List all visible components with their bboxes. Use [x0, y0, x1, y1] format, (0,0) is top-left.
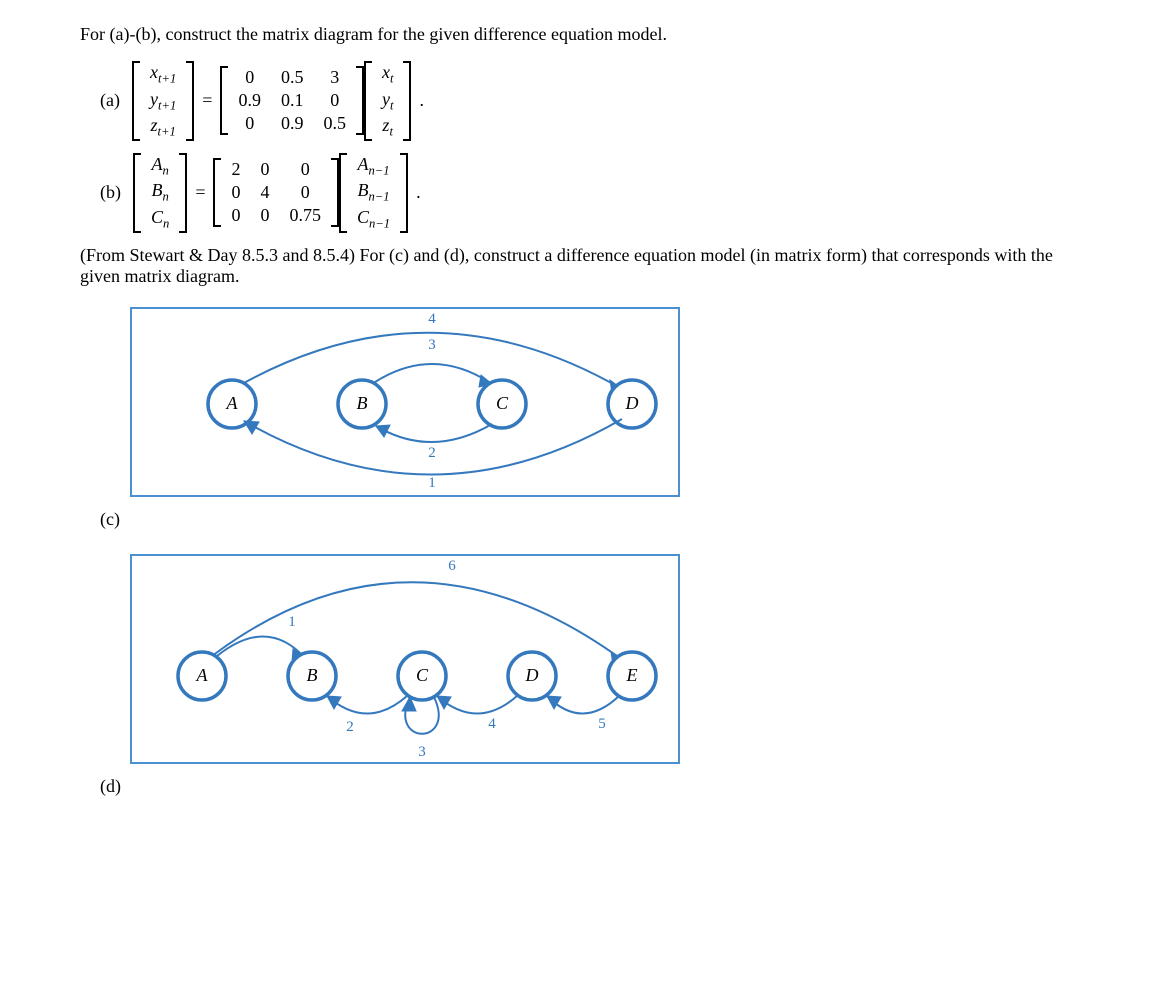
svg-text:1: 1 — [428, 475, 436, 491]
b-rhs-vector: An−1 Bn−1 Cn−1 — [339, 153, 408, 233]
a-coef-matrix: 0 0.5 3 0.9 0.1 0 0 0.9 0.5 — [220, 66, 364, 135]
part-c-label: (c) — [100, 509, 1080, 530]
svg-text:B: B — [357, 393, 368, 413]
svg-text:4: 4 — [488, 716, 496, 732]
svg-text:E: E — [626, 665, 638, 685]
part-b-label: (b) — [100, 182, 121, 203]
period: . — [416, 182, 421, 203]
document-page: For (a)-(b), construct the matrix diagra… — [0, 0, 1080, 797]
equation-a: (a) xt+1 yt+1 zt+1 = 0 0.5 3 0.9 0. — [100, 61, 1080, 141]
svg-text:B: B — [307, 665, 318, 685]
part-d-label: (d) — [100, 776, 1080, 797]
a-lhs-vector: xt+1 yt+1 zt+1 — [132, 61, 194, 141]
equation-b: (b) An Bn Cn = 2 0 0 0 4 — [100, 153, 1080, 233]
a-rhs-vector: xt yt zt — [364, 61, 412, 141]
svg-text:3: 3 — [428, 337, 436, 353]
svg-text:6: 6 — [448, 558, 456, 574]
diagram-d: 6 1 A B C D E 2 3 — [130, 554, 680, 764]
second-text: (From Stewart & Day 8.5.3 and 8.5.4) For… — [80, 245, 1080, 287]
diagram-c: 4 3 A B C D 2 1 — [130, 307, 680, 497]
svg-text:C: C — [416, 665, 429, 685]
intro-text: For (a)-(b), construct the matrix diagra… — [80, 24, 1080, 45]
equals-sign: = — [195, 182, 205, 203]
svg-text:3: 3 — [418, 744, 426, 760]
svg-text:D: D — [525, 665, 539, 685]
part-a-label: (a) — [100, 90, 120, 111]
period: . — [419, 90, 424, 111]
svg-text:2: 2 — [428, 445, 436, 461]
svg-text:A: A — [196, 665, 209, 685]
svg-text:D: D — [625, 393, 639, 413]
b-lhs-vector: An Bn Cn — [133, 153, 187, 233]
svg-text:A: A — [226, 393, 239, 413]
b-coef-matrix: 2 0 0 0 4 0 0 0 0.75 — [213, 158, 339, 227]
equals-sign: = — [202, 90, 212, 111]
svg-text:4: 4 — [428, 311, 436, 327]
svg-text:2: 2 — [346, 719, 354, 735]
svg-text:5: 5 — [598, 716, 606, 732]
svg-text:C: C — [496, 393, 509, 413]
svg-text:1: 1 — [288, 614, 296, 630]
